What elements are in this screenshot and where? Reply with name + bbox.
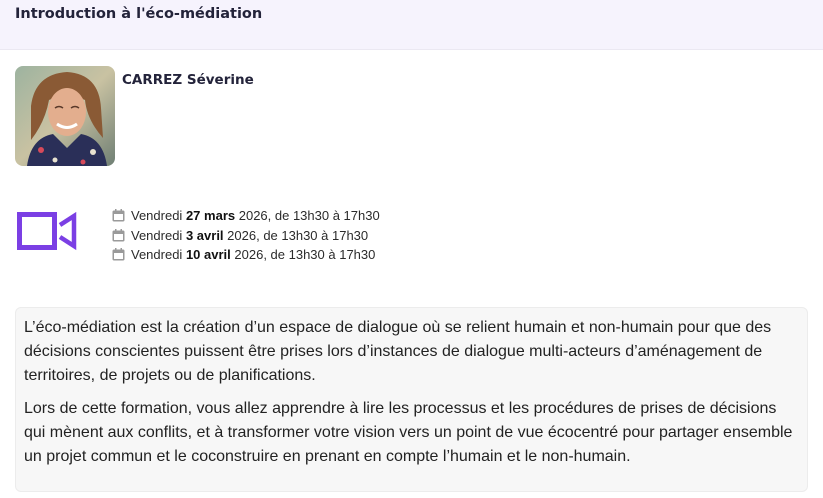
calendar-icon: [112, 209, 125, 222]
video-camera-icon: [16, 208, 78, 254]
session-date: 3 avril: [185, 227, 224, 243]
session-item: Vendredi 27 mars 2026, de 13h30 à 17h30: [112, 206, 380, 226]
author-avatar: [15, 66, 115, 166]
session-list: Vendredi 27 mars 2026, de 13h30 à 17h30 …: [112, 206, 380, 265]
session-day: Vendredi: [131, 208, 183, 224]
session-day: Vendredi: [131, 227, 183, 243]
session-date: 10 avril: [185, 247, 231, 263]
calendar-icon: [112, 228, 125, 242]
page-header: Introduction à l'éco-médiation: [0, 0, 823, 50]
session-date: 27 mars: [185, 208, 236, 224]
session-day: Vendredi: [131, 247, 183, 263]
course-description: L’éco-médiation est la création d’un esp…: [15, 307, 808, 492]
session-time: 2026, de 13h30 à 17h30: [227, 227, 369, 243]
calendar-icon: [112, 248, 125, 261]
session-time: 2026, de 13h30 à 17h30: [234, 247, 376, 263]
page-title: Introduction à l'éco-médiation: [15, 6, 263, 22]
description-paragraph: L’éco-médiation est la création d’un esp…: [24, 319, 772, 384]
author-name: CARREZ Séverine: [122, 72, 254, 88]
description-paragraph: Lors de cette formation, vous allez appr…: [24, 400, 793, 465]
session-time: 2026, de 13h30 à 17h30: [238, 208, 380, 224]
session-item: Vendredi 3 avril 2026, de 13h30 à 17h30: [112, 226, 380, 246]
session-item: Vendredi 10 avril 2026, de 13h30 à 17h30: [112, 245, 380, 265]
